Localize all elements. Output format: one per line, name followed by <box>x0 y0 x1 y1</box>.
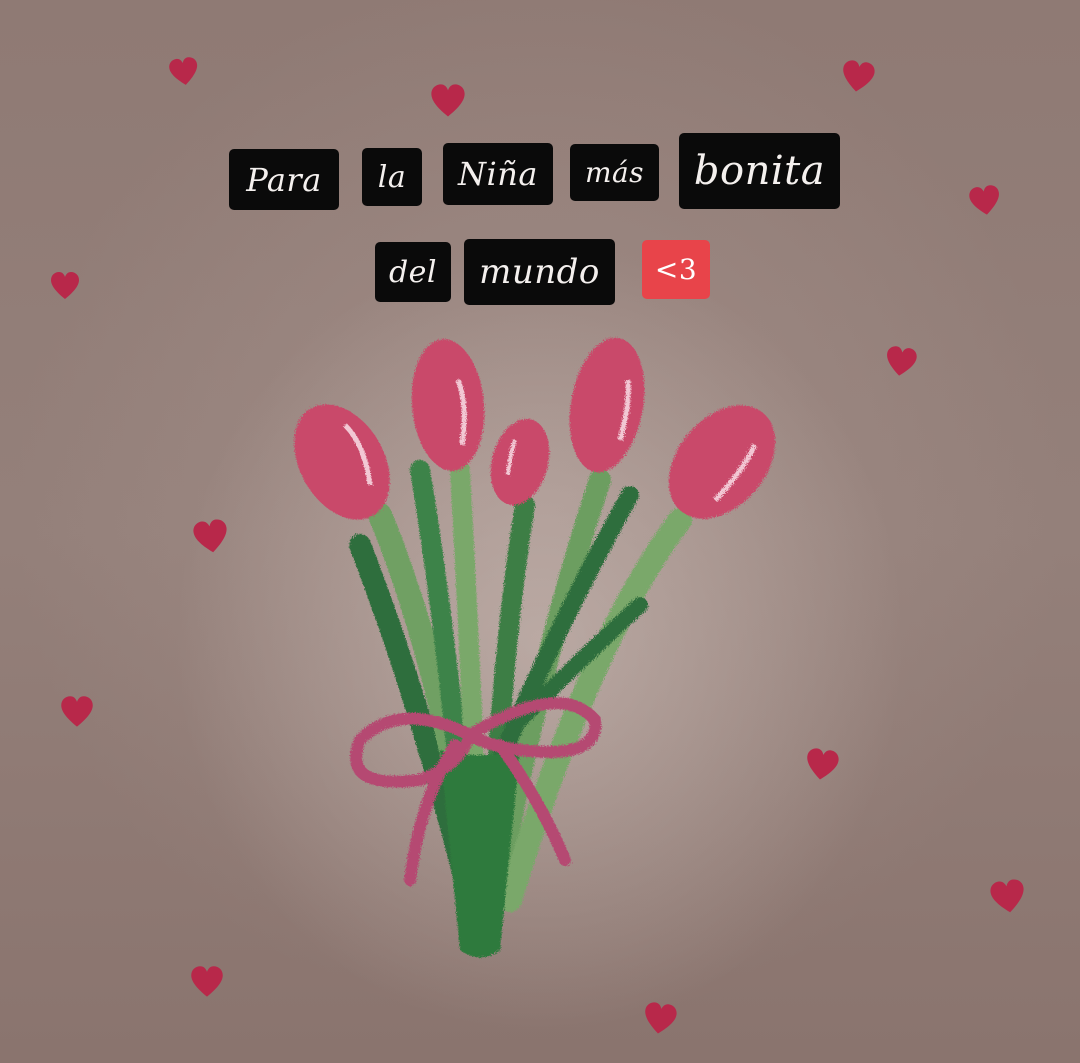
word-para: Para <box>229 149 339 210</box>
word-bonita: bonita <box>679 133 840 209</box>
bouquet-wrap <box>440 750 520 958</box>
word-mundo: mundo <box>464 239 615 305</box>
word-nina: Niña <box>443 143 553 205</box>
word-del: del <box>375 242 451 302</box>
heart-emoticon-badge: <3 <box>642 240 710 299</box>
stems <box>349 460 692 912</box>
word-la: la <box>362 148 422 206</box>
word-mas: más <box>570 144 659 201</box>
tulip-heads <box>294 337 776 520</box>
